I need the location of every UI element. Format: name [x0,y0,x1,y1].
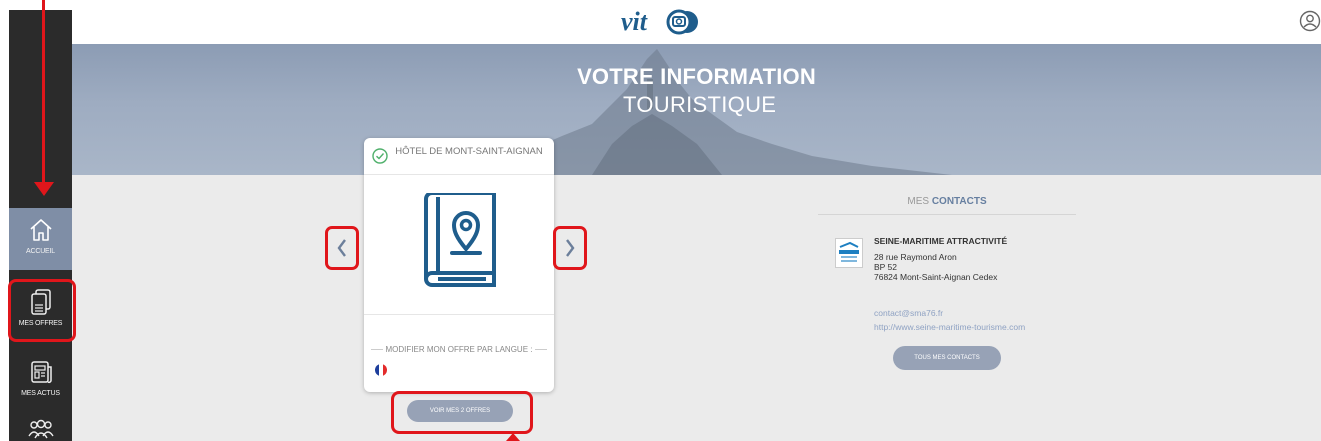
sidebar: ACCUEIL MES OFFRES MES ACTUS [9,10,72,441]
offer-card-header: HÔTEL DE MONT-SAINT-AIGNAN [364,138,554,175]
sidebar-item-accueil[interactable]: ACCUEIL [9,208,72,270]
tous-mes-contacts-button[interactable]: TOUS MES CONTACTS [893,346,1001,370]
chevron-left-icon [337,239,346,257]
top-bar: vit [72,0,1321,44]
contacts-heading: MES CONTACTS [818,196,1076,215]
hero-subtitle: TOURISTIQUE [623,92,777,117]
contact-address: 28 rue Raymond Aron BP 52 76824 Mont-Sai… [874,252,998,282]
card-divider [364,314,554,315]
offer-name: HÔTEL DE MONT-SAINT-AIGNAN [395,146,543,157]
home-icon [29,219,52,241]
annotation-arrow-up [506,433,520,441]
annotation-arrow-line [42,0,45,188]
hero-title: VOTRE INFORMATION [577,64,816,89]
prev-offer-button[interactable] [325,226,359,270]
check-circle-icon [372,148,388,164]
book-location-icon [424,193,496,287]
vit-logo[interactable]: vit [621,4,721,40]
annotation-ring-voir-button [391,391,533,434]
modify-offer-language-label: MODIFIER MON OFFRE PAR LANGUE : [364,345,554,354]
app-root: vit VOTRE INFORMATION TOURISTIQUE ACCUEI… [0,0,1321,441]
sidebar-item-users[interactable] [9,410,72,441]
newspaper-icon [30,361,52,384]
sidebar-item-label: MES ACTUS [21,390,60,397]
annotation-arrow-head [34,182,54,196]
hero-banner: VOTRE INFORMATION TOURISTIQUE [72,44,1321,175]
sidebar-item-mes-actus[interactable]: MES ACTUS [9,350,72,412]
contact-email-link[interactable]: contact@sma76.fr [874,308,943,318]
flag-fr-button[interactable] [375,364,387,376]
contact-org-name: SEINE-MARITIME ATTRACTIVITÉ [874,236,1008,246]
svg-text:vit: vit [621,7,648,36]
chevron-right-icon [566,239,575,257]
next-offer-button[interactable] [553,226,587,270]
sidebar-item-label: ACCUEIL [26,248,55,255]
users-icon [27,419,54,439]
main-content [72,175,1321,441]
seine-maritime-logo [835,238,863,268]
contacts-panel: MES CONTACTS SEINE-MARITIME ATTRACTIVITÉ… [818,196,1076,336]
user-circle-icon[interactable] [1299,10,1321,32]
annotation-ring-mes-offres [8,279,76,342]
offer-card[interactable]: HÔTEL DE MONT-SAINT-AIGNAN MODIFIER MON … [364,138,554,392]
contact-website-link[interactable]: http://www.seine-maritime-tourisme.com [874,322,1025,332]
